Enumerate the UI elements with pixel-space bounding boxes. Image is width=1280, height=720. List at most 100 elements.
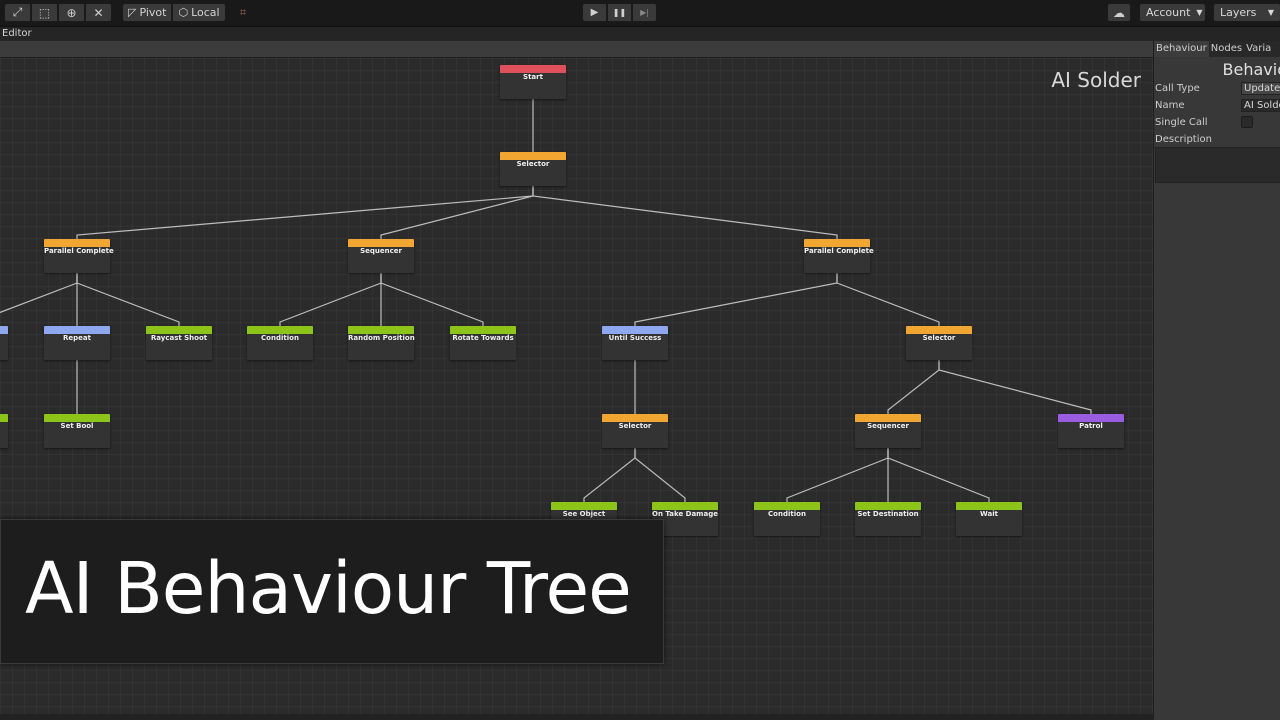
name-label: Name: [1155, 100, 1185, 111]
node-label: Condition: [768, 510, 806, 518]
inspector-panel: Behaviour Nodes Varia Behavio Call Type …: [1153, 41, 1280, 720]
node-label: Rotate Towards: [452, 334, 514, 342]
playmode-controls: ▶ ❚❚ ▶|: [582, 3, 657, 22]
node-connection: [634, 444, 686, 506]
pause-icon: ❚❚: [612, 8, 627, 17]
node-header: [0, 414, 8, 422]
pivot-label: Pivot: [139, 6, 167, 19]
node-header: [348, 326, 414, 334]
transform-tools: ⤢ ⬚ ⊕ ✕: [4, 3, 112, 22]
node-label: Set Destination: [857, 510, 919, 518]
node-label: See Object: [562, 510, 606, 518]
node-connection: [887, 444, 990, 506]
local-toggle[interactable]: ⬡ Local: [172, 3, 226, 22]
tree-node[interactable]: Sequencer: [855, 414, 921, 448]
node-connection: [380, 269, 484, 330]
tree-node[interactable]: Raycast Shoot: [146, 326, 212, 360]
node-label: Wait: [980, 510, 998, 518]
tree-node[interactable]: Wait: [956, 502, 1022, 536]
node-connection: [76, 269, 180, 330]
node-header: [44, 326, 110, 334]
node-connection: [634, 269, 838, 330]
node-connection: [786, 444, 889, 506]
tree-node[interactable]: Set Bool: [44, 414, 110, 448]
node-header: [804, 239, 870, 247]
description-field[interactable]: [1155, 147, 1280, 183]
tree-node[interactable]: Selector: [906, 326, 972, 360]
node-header: [1058, 414, 1124, 422]
tab-variables[interactable]: Varia: [1244, 41, 1273, 57]
inspector-heading: Behavio: [1222, 60, 1280, 79]
layers-dropdown[interactable]: Layers ▼: [1213, 3, 1280, 22]
node-label: Raycast Shoot: [150, 334, 208, 342]
pivot-toggle[interactable]: ◸ Pivot: [122, 3, 173, 22]
tree-node[interactable]: Parallel Complete: [44, 239, 114, 273]
chevron-down-icon: ▼: [1267, 8, 1274, 17]
custom-tool-icon[interactable]: ✕: [85, 3, 112, 22]
description-label: Description: [1155, 134, 1212, 145]
tab-nodes[interactable]: Nodes: [1209, 41, 1244, 57]
node-label: Random Position: [348, 334, 415, 342]
call-type-dropdown[interactable]: Update: [1241, 82, 1280, 95]
rect-tool-icon[interactable]: ⬚: [31, 3, 58, 22]
local-label: Local: [191, 6, 220, 19]
banner-title: AI Behaviour Tree: [25, 547, 632, 630]
node-label: Selector: [618, 422, 652, 430]
tab-behaviour[interactable]: Behaviour: [1154, 41, 1209, 57]
node-label: Sequencer: [360, 247, 402, 255]
tree-node[interactable]: Repeat: [44, 326, 110, 360]
editor-toolbar-strip: [0, 41, 1153, 58]
tree-node[interactable]: Sequencer: [348, 239, 414, 273]
node-connection: [76, 182, 534, 243]
call-type-label: Call Type: [1155, 83, 1200, 94]
tree-node[interactable]: Condition: [247, 326, 313, 360]
tree-node[interactable]: Parallel Complete: [804, 239, 874, 273]
name-field[interactable]: AI Solde: [1241, 99, 1280, 112]
single-call-checkbox[interactable]: [1241, 116, 1253, 128]
account-label: Account: [1146, 6, 1191, 19]
node-label: On Take Damage: [652, 510, 718, 518]
cloud-icon: ☁: [1113, 5, 1125, 20]
expand-icon[interactable]: ⤢: [4, 3, 31, 22]
node-label: Selector: [922, 334, 956, 342]
pivot-icon: ◸: [128, 6, 137, 19]
cloud-button[interactable]: ☁: [1107, 3, 1131, 22]
node-header: [146, 326, 212, 334]
tree-node[interactable]: Condition: [754, 502, 820, 536]
node-header: [754, 502, 820, 510]
step-button[interactable]: ▶|: [632, 3, 657, 22]
grid-snap-icon[interactable]: ⌗: [232, 3, 254, 22]
node-header: [500, 152, 566, 160]
node-connection: [380, 182, 534, 243]
single-call-label: Single Call: [1155, 117, 1208, 128]
tree-node[interactable]: [0, 326, 8, 360]
transform-icon[interactable]: ⊕: [58, 3, 85, 22]
node-connection: [836, 269, 940, 330]
tree-node[interactable]: [0, 414, 8, 448]
account-dropdown[interactable]: Account ▼: [1139, 3, 1206, 22]
tree-node[interactable]: Patrol: [1058, 414, 1124, 448]
step-icon: ▶|: [640, 8, 649, 17]
tree-node[interactable]: Random Position: [348, 326, 415, 360]
node-header: [906, 326, 972, 334]
pause-button[interactable]: ❚❚: [607, 3, 632, 22]
node-header: [44, 239, 110, 247]
tree-node[interactable]: Selector: [602, 414, 668, 448]
node-connection: [583, 444, 636, 506]
tree-node[interactable]: Until Success: [602, 326, 668, 360]
node-header: [44, 414, 110, 422]
node-label: Sequencer: [867, 422, 909, 430]
tree-node[interactable]: Set Destination: [855, 502, 921, 536]
node-label: Until Success: [608, 334, 662, 342]
tree-node[interactable]: Selector: [500, 152, 566, 186]
node-header: [551, 502, 617, 510]
tree-node[interactable]: Rotate Towards: [450, 326, 516, 360]
node-label: Set Bool: [60, 422, 94, 430]
play-button[interactable]: ▶: [582, 3, 607, 22]
tree-node[interactable]: Start: [500, 65, 566, 99]
node-header: [602, 326, 668, 334]
chevron-down-icon: ▼: [1196, 8, 1203, 17]
node-label: Repeat: [63, 334, 91, 342]
editor-title[interactable]: Editor: [2, 27, 32, 41]
node-connection: [0, 269, 78, 314]
